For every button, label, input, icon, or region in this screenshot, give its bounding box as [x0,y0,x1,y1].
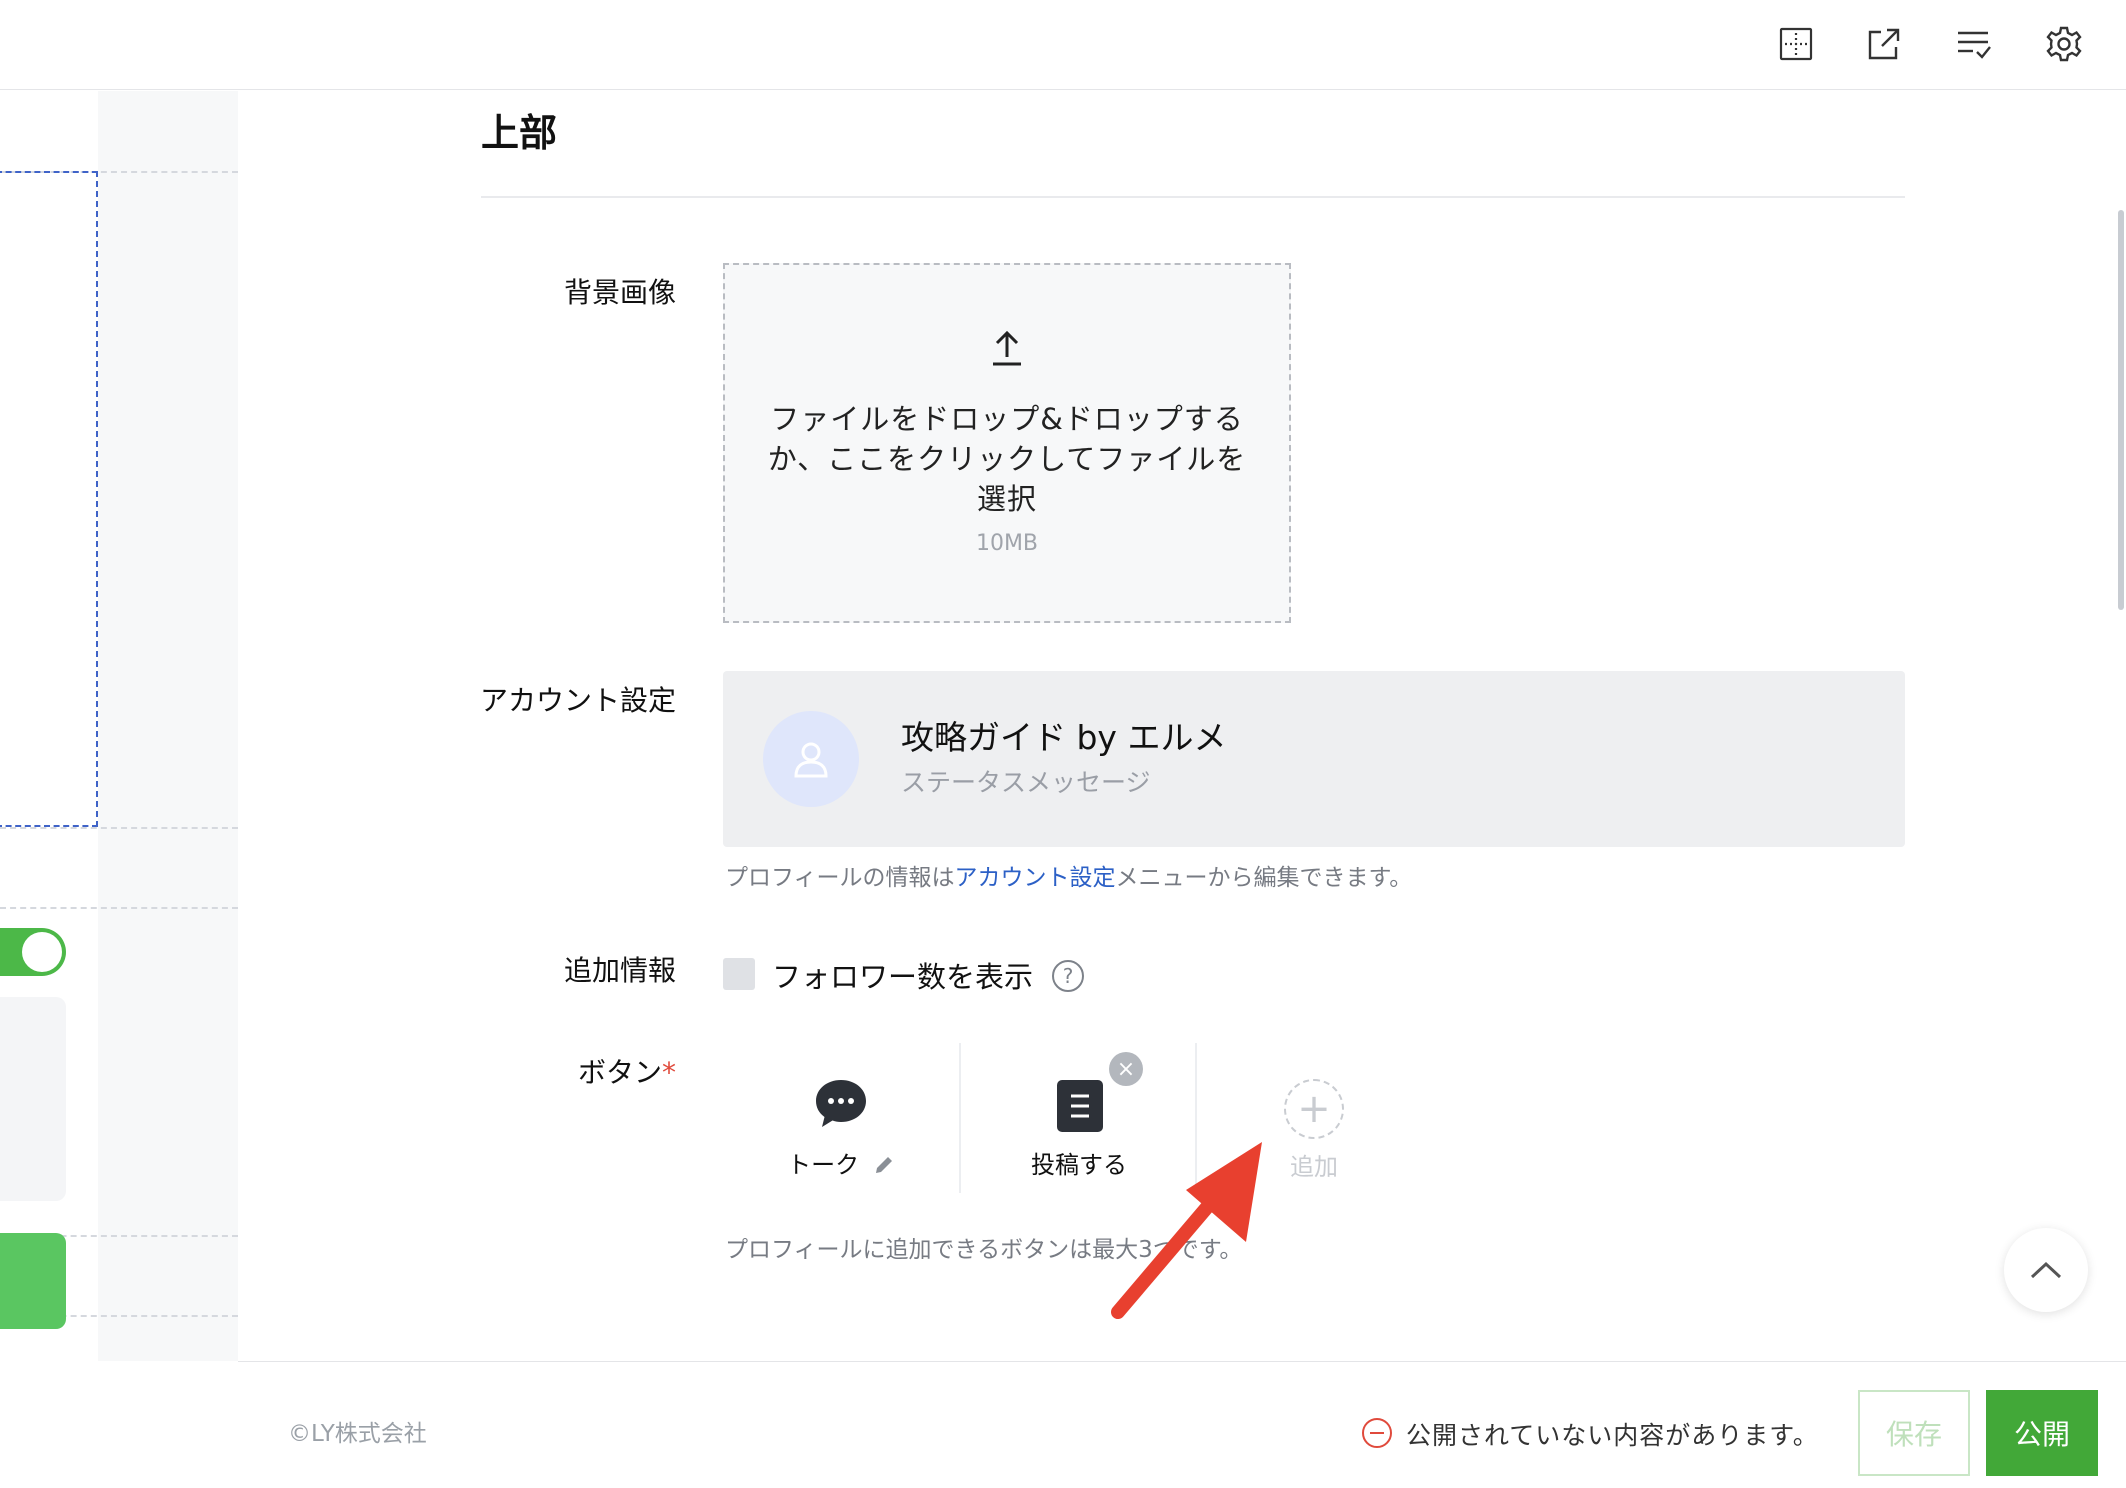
grid-layout-icon[interactable] [1770,18,1822,70]
account-name: 攻略ガイド by エルメ [901,718,1227,757]
preview-section-divider [0,827,238,829]
account-help-prefix: プロフィールの情報は [725,865,955,891]
show-followers-checkbox[interactable] [723,958,755,990]
scrollbar-thumb[interactable] [2118,210,2124,610]
show-followers-label[interactable]: フォロワー数を表示 [772,954,1033,996]
copyright-text: ©LY株式会社 [288,1421,427,1447]
gear-icon[interactable] [2038,18,2090,70]
chevron-up-icon [2030,1261,2062,1279]
background-image-label: 背景画像 [563,276,676,309]
document-icon [1057,1080,1103,1132]
add-button-label[interactable]: 追加 [1284,1147,1344,1182]
unpublished-warning: 公開されていない内容があります。 [1406,1421,1819,1450]
preview-green-button [0,1233,66,1329]
chat-bubble-icon [816,1080,866,1127]
account-settings-link[interactable]: アカウント設定 [955,865,1116,891]
top-toolbar [0,0,2126,90]
preview-card [0,997,66,1201]
talk-button-label: トーク [723,1145,959,1180]
add-button-plus-icon[interactable]: + [1284,1079,1344,1139]
preview-toggle[interactable] [0,928,66,976]
talk-button-item[interactable]: トーク [723,1043,959,1193]
account-profile-card: 攻略ガイド by エルメ ステータスメッセージ [723,671,1905,847]
avatar [763,711,859,807]
required-mark: * [662,1056,676,1089]
minus-circle-icon [1362,1418,1392,1448]
footer-bar: ©LY株式会社 公開されていない内容があります。 保存 公開 [238,1361,2126,1488]
publish-button[interactable]: 公開 [1986,1390,2098,1476]
account-help-suffix: メニューから編集できます。 [1115,865,1413,891]
dropzone-size-limit: 10MB [975,531,1039,556]
section-title: 上部 [481,111,558,155]
save-button[interactable]: 保存 [1858,1390,1970,1476]
preview-panel [0,91,238,1361]
buttons-label-text: ボタン [577,1056,662,1089]
account-settings-label: アカウント設定 [479,684,676,717]
remove-button-close-icon[interactable]: × [1109,1052,1143,1086]
buttons-label: ボタン* [476,1054,676,1092]
scroll-to-top-button[interactable] [2004,1228,2088,1312]
section-divider [481,196,1905,198]
checklist-icon[interactable] [1948,18,2000,70]
preview-selected-block[interactable] [0,171,98,827]
account-help-text: プロフィールの情報はアカウント設定メニューから編集できます。 [725,858,1412,892]
pencil-edit-icon[interactable] [873,1154,895,1176]
help-icon[interactable]: ? [1052,960,1084,992]
upload-icon [993,330,1021,366]
preview-section-divider [0,907,238,909]
external-link-icon[interactable] [1858,18,1910,70]
dropzone-instructions: ファイルをドロップ&ドロップするか、ここをクリックしてファイルを選択 [767,402,1247,516]
additional-info-label: 追加情報 [563,954,676,987]
background-image-dropzone[interactable]: ファイルをドロップ&ドロップするか、ここをクリックしてファイルを選択 10MB [723,263,1291,623]
user-icon [794,742,828,778]
status-message: ステータスメッセージ [901,768,1151,797]
annotation-arrow-icon [1111,1142,1262,1319]
